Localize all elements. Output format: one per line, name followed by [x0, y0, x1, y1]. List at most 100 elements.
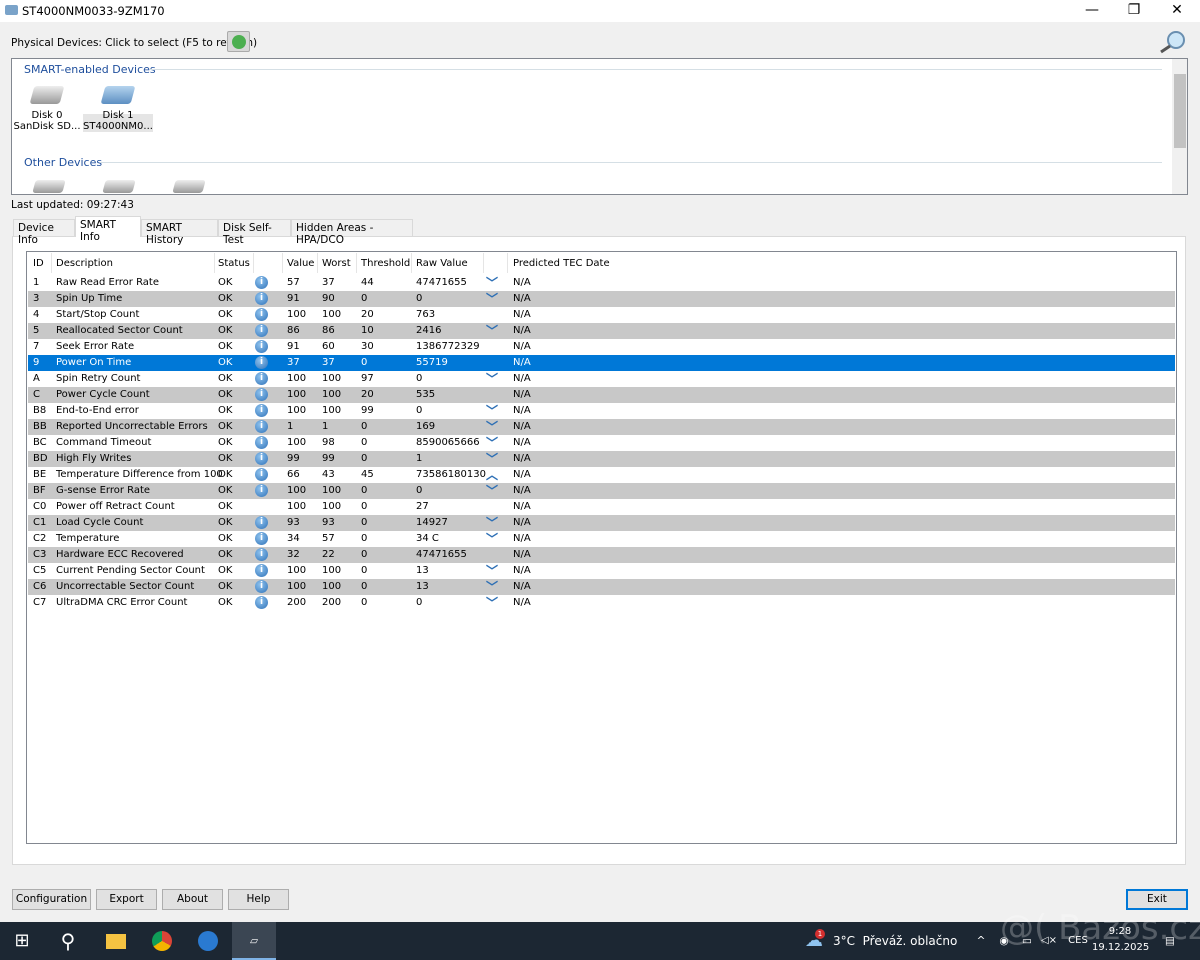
device-disk-1[interactable]: Disk 1 ST4000NM0...	[83, 86, 153, 132]
table-row[interactable]: A Spin Retry Count OK 100 100 97 0 N/A i ﹀	[28, 371, 1175, 387]
info-icon[interactable]: i	[255, 484, 268, 497]
table-row[interactable]: BC Command Timeout OK 100 98 0 8590065666 N/A i ﹀	[28, 435, 1175, 451]
table-row[interactable]: 7 Seek Error Rate OK 91 60 30 1386772329 N/A i	[28, 339, 1175, 355]
other-device-icon[interactable]	[172, 180, 206, 193]
export-button[interactable]: Export	[96, 889, 157, 910]
column-header-threshold[interactable]: Threshold	[361, 257, 410, 273]
table-row[interactable]: C2 Temperature OK 34 57 0 34 C N/A i ﹀	[28, 531, 1175, 547]
tab-smart-info[interactable]: SMART Info	[75, 216, 141, 243]
info-icon[interactable]: i	[255, 308, 268, 321]
info-icon[interactable]: i	[255, 404, 268, 417]
cell-id: BC	[33, 437, 47, 448]
column-header-id[interactable]: ID	[33, 257, 44, 273]
column-separator[interactable]	[51, 253, 52, 273]
weather-icon[interactable]: ☁	[802, 922, 826, 960]
table-row[interactable]: C6 Uncorrectable Sector Count OK 100 100 0 13 N…	[28, 579, 1175, 595]
close-button[interactable]: ✕	[1155, 0, 1199, 22]
info-icon[interactable]: i	[255, 452, 268, 465]
cell-id: C1	[33, 517, 47, 528]
info-icon[interactable]: i	[255, 292, 268, 305]
info-icon[interactable]: i	[255, 468, 268, 481]
windows-start-icon[interactable]: ⊞	[0, 922, 44, 960]
column-separator[interactable]	[507, 253, 508, 273]
table-row[interactable]: 1 Raw Read Error Rate OK 57 37 44 47471655 N/A i…	[28, 275, 1175, 291]
tab-hidden-areas[interactable]: Hidden Areas - HPA/DCO	[291, 219, 413, 246]
info-icon[interactable]: i	[255, 596, 268, 609]
column-separator[interactable]	[282, 253, 283, 273]
table-row[interactable]: C Power Cycle Count OK 100 100 20 535 N/A i	[28, 387, 1175, 403]
smart-app-taskbar-icon[interactable]: ▱	[232, 922, 276, 960]
info-icon[interactable]: i	[255, 356, 268, 369]
cell-description: Power Cycle Count	[56, 389, 150, 400]
table-row[interactable]: C1 Load Cycle Count OK 93 93 0 14927 N/A i ﹀	[28, 515, 1175, 531]
info-icon[interactable]: i	[255, 436, 268, 449]
column-header-raw-value[interactable]: Raw Value	[416, 257, 468, 273]
cell-threshold: 0	[361, 485, 368, 496]
table-row[interactable]: BB Reported Uncorrectable Errors OK 1 1 0 169 N…	[28, 419, 1175, 435]
info-icon[interactable]: i	[255, 420, 268, 433]
chrome-icon[interactable]	[140, 922, 184, 960]
table-row[interactable]: BD High Fly Writes OK 99 99 0 1 N/A i ﹀	[28, 451, 1175, 467]
info-icon[interactable]: i	[255, 340, 268, 353]
cell-status: OK	[218, 309, 233, 320]
configuration-button[interactable]: Configuration	[12, 889, 91, 910]
chevron-up-icon[interactable]: ^	[972, 922, 990, 960]
table-row[interactable]: C7 UltraDMA CRC Error Count OK 200 200 0 0 N/A i…	[28, 595, 1175, 611]
cell-worst: 100	[322, 389, 342, 400]
device-disk-0[interactable]: Disk 0 SanDisk SD...	[12, 86, 82, 132]
minimize-button[interactable]: —	[1070, 0, 1114, 22]
search-icon[interactable]: ⚲	[46, 922, 90, 960]
table-row[interactable]: C5 Current Pending Sector Count OK 100 100 0 1…	[28, 563, 1175, 579]
info-icon[interactable]: i	[255, 548, 268, 561]
table-row[interactable]: C0 Power off Retract Count OK 100 100 0 27 N/A	[28, 499, 1175, 515]
weather-text[interactable]: 3°C Převáž. oblačno	[833, 922, 957, 960]
table-row[interactable]: BE Temperature Difference from 100 OK 66 43 4…	[28, 467, 1175, 483]
info-icon[interactable]: i	[255, 532, 268, 545]
column-separator[interactable]	[253, 253, 254, 273]
table-row[interactable]: 3 Spin Up Time OK 91 90 0 0 N/A i ﹀	[28, 291, 1175, 307]
info-icon[interactable]: i	[255, 372, 268, 385]
cell-raw-value: 13	[416, 581, 429, 592]
exit-button[interactable]: Exit	[1126, 889, 1188, 910]
column-separator[interactable]	[483, 253, 484, 273]
column-header-description[interactable]: Description	[56, 257, 113, 273]
tab-device-info[interactable]: Device Info	[13, 219, 75, 246]
file-explorer-icon[interactable]	[94, 922, 138, 960]
info-icon[interactable]: i	[255, 388, 268, 401]
info-icon[interactable]: i	[255, 564, 268, 577]
column-header-status[interactable]: Status	[218, 257, 250, 273]
table-row[interactable]: BF G-sense Error Rate OK 100 100 0 0 N/A i ﹀	[28, 483, 1175, 499]
other-device-icon[interactable]	[102, 180, 136, 193]
about-button[interactable]: About	[162, 889, 223, 910]
refresh-button[interactable]	[227, 31, 250, 52]
cell-value: 100	[287, 309, 307, 320]
table-row[interactable]: 5 Reallocated Sector Count OK 86 86 10 2416 N/A…	[28, 323, 1175, 339]
chevron-down-icon: ﹀	[486, 276, 499, 290]
column-separator[interactable]	[317, 253, 318, 273]
thunderbird-icon[interactable]	[186, 922, 230, 960]
scrollbar-thumb[interactable]	[1174, 74, 1186, 148]
info-icon[interactable]: i	[255, 516, 268, 529]
column-separator[interactable]	[214, 253, 215, 273]
info-icon[interactable]: i	[255, 324, 268, 337]
cell-worst: 100	[322, 565, 342, 576]
chevron-down-icon: ﹀	[486, 596, 499, 610]
column-header-worst[interactable]: Worst	[322, 257, 351, 273]
table-row[interactable]: 9 Power On Time OK 37 37 0 55719 N/A i	[28, 355, 1175, 371]
tab-disk-self-test[interactable]: Disk Self-Test	[218, 219, 291, 246]
other-device-icon[interactable]	[32, 180, 66, 193]
table-row[interactable]: 4 Start/Stop Count OK 100 100 20 763 N/A i	[28, 307, 1175, 323]
column-separator[interactable]	[411, 253, 412, 273]
magnifier-icon[interactable]	[1158, 30, 1188, 54]
maximize-button[interactable]: ❐	[1112, 0, 1156, 22]
column-separator[interactable]	[356, 253, 357, 273]
info-icon[interactable]: i	[255, 580, 268, 593]
tab-smart-history[interactable]: SMART History	[141, 219, 218, 246]
cell-status: OK	[218, 453, 233, 464]
info-icon[interactable]: i	[255, 276, 268, 289]
table-row[interactable]: B8 End-to-End error OK 100 100 99 0 N/A i ﹀	[28, 403, 1175, 419]
help-button[interactable]: Help	[228, 889, 289, 910]
table-row[interactable]: C3 Hardware ECC Recovered OK 32 22 0 47471655 N…	[28, 547, 1175, 563]
column-header-value[interactable]: Value	[287, 257, 314, 273]
column-header-predicted-tec[interactable]: Predicted TEC Date	[513, 257, 610, 273]
